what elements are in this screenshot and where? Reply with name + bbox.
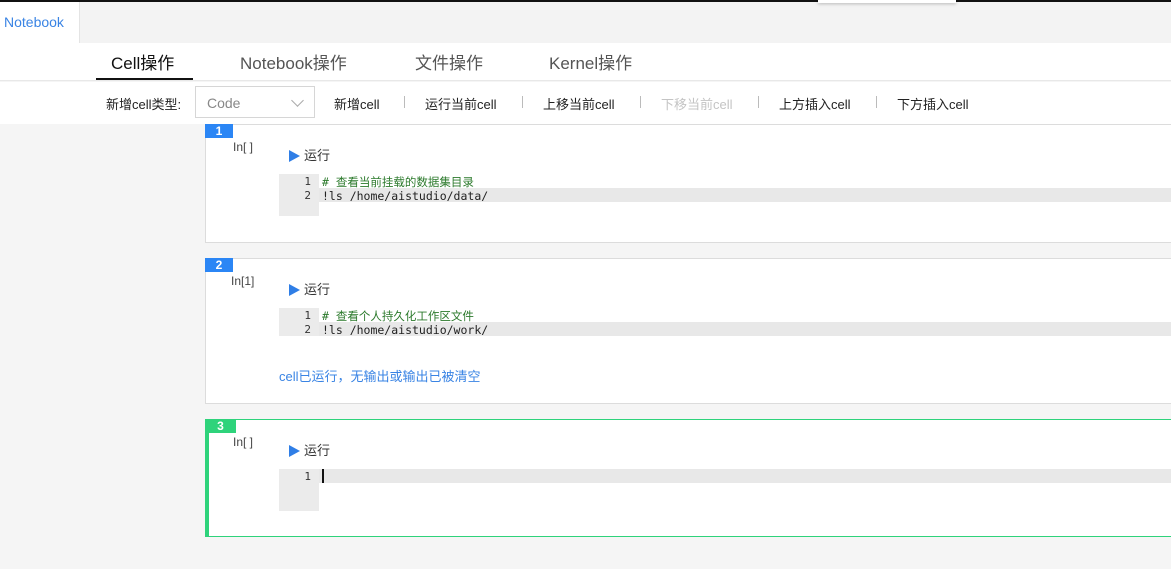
text-cursor — [322, 469, 324, 483]
cell-prompt: In[ ] — [233, 435, 254, 449]
code-line: # 查看个人持久化工作区文件 — [322, 309, 474, 323]
tab-notebook[interactable]: Notebook — [0, 2, 80, 43]
line-number: 2 — [304, 189, 311, 202]
cell-number-badge: 2 — [205, 258, 233, 272]
floating-panel-edge — [818, 0, 956, 3]
line-number: 1 — [304, 309, 311, 322]
run-current-cell-button[interactable]: 运行当前cell — [425, 94, 497, 113]
run-label: 运行 — [304, 148, 331, 163]
code-cell[interactable]: 2 In[1] 运行 1 2 # 查看个人持久化工作区文件 !ls /home/… — [205, 258, 1171, 404]
code-line: !ls /home/aistudio/data/ — [322, 189, 489, 203]
run-cell-button[interactable]: 运行 — [289, 440, 330, 459]
code-cell-selected[interactable]: 3 In[ ] 运行 1 — [205, 419, 1171, 537]
cell-type-select[interactable]: Code — [195, 86, 315, 118]
toolbar-divider — [876, 96, 877, 108]
code-editor[interactable]: 1 2 # 查看个人持久化工作区文件 !ls /home/aistudio/wo… — [279, 308, 1171, 337]
run-label: 运行 — [304, 443, 331, 458]
cell-output-message: cell已运行，无输出或输出已被清空 — [279, 369, 481, 384]
move-cell-up-button[interactable]: 上移当前cell — [543, 94, 615, 113]
cell-type-value: Code — [207, 95, 241, 111]
line-number: 2 — [304, 323, 311, 336]
run-label: 运行 — [304, 282, 331, 297]
code-editor[interactable]: 1 2 # 查看当前挂载的数据集目录 !ls /home/aistudio/da… — [279, 174, 1171, 216]
tab-kernel-ops[interactable]: Kernel操作 — [549, 49, 632, 74]
tab-notebook-ops[interactable]: Notebook操作 — [240, 49, 347, 74]
chevron-down-icon — [291, 94, 304, 107]
cell-prompt: In[1] — [231, 274, 255, 288]
tab-file-ops[interactable]: 文件操作 — [415, 49, 483, 74]
toolbar-divider — [522, 96, 523, 108]
line-number: 1 — [304, 175, 311, 188]
code-line: !ls /home/aistudio/work/ — [322, 323, 489, 337]
toolbar-divider — [640, 96, 641, 108]
cell-type-label: 新增cell类型: — [106, 97, 182, 112]
code-cell[interactable]: 1 In[ ] 运行 1 2 # 查看当前挂载的数据集目录 !ls /home/… — [205, 124, 1171, 243]
run-cell-button[interactable]: 运行 — [289, 279, 330, 298]
insert-cell-below-button[interactable]: 下方插入cell — [897, 94, 969, 113]
toolbar-divider — [758, 96, 759, 108]
toolbar-divider — [404, 96, 405, 108]
play-icon — [289, 445, 300, 457]
cell-prompt: In[ ] — [233, 140, 254, 154]
active-tab-indicator — [96, 78, 193, 80]
code-line: # 查看当前挂载的数据集目录 — [322, 175, 474, 189]
active-line-highlight — [319, 469, 1171, 483]
tab-bar: Notebook — [0, 2, 1171, 43]
tab-cell-ops[interactable]: Cell操作 — [111, 49, 174, 74]
add-cell-button[interactable]: 新增cell — [334, 94, 380, 113]
run-cell-button[interactable]: 运行 — [289, 145, 330, 164]
play-icon — [289, 150, 300, 162]
line-number: 1 — [304, 470, 311, 483]
code-editor[interactable]: 1 — [279, 469, 1171, 511]
move-cell-down-button[interactable]: 下移当前cell — [661, 94, 733, 113]
cell-number-badge: 1 — [205, 124, 233, 138]
cell-toolbar: 新增cell类型: Code 新增cell 运行当前cell 上移当前cell … — [0, 82, 1171, 124]
insert-cell-above-button[interactable]: 上方插入cell — [779, 94, 851, 113]
play-icon — [289, 284, 300, 296]
operation-tabs: Cell操作 Notebook操作 文件操作 Kernel操作 — [0, 43, 1171, 81]
cell-number-badge: 3 — [205, 419, 236, 433]
